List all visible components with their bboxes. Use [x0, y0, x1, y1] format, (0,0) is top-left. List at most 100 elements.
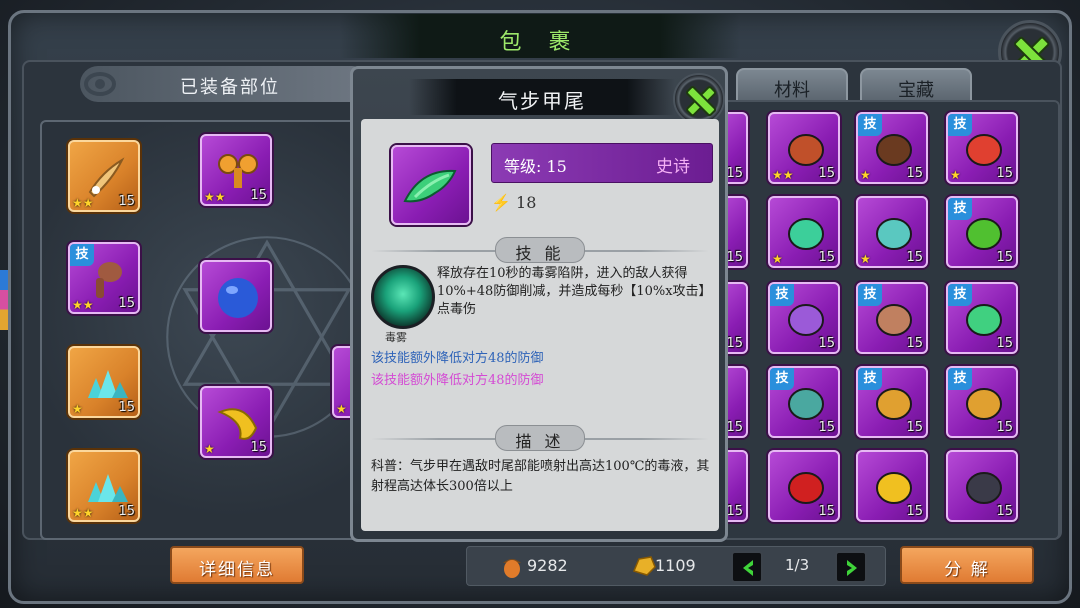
crystal-icon — [88, 474, 128, 502]
popup-body: 等级: 15 史诗 ⚡ 18 技 能 毒雾 释放存在10秒的毒雾陷阱，进入的敌人… — [361, 119, 719, 531]
prev-page-button[interactable] — [731, 551, 763, 583]
equipped-slot[interactable]: ★★ 15 — [68, 450, 140, 522]
equipped-slot[interactable] — [200, 260, 272, 332]
item-level: 15 — [250, 440, 267, 455]
star-rating: ★★ — [772, 168, 794, 182]
eye-creature-icon — [788, 134, 824, 166]
popup-close-button[interactable] — [673, 73, 725, 125]
skill-tag: 技 — [948, 284, 972, 306]
item-name: 气步甲尾 — [498, 89, 586, 113]
inventory-item[interactable]: 技 ★ 15 — [856, 112, 928, 184]
inventory-item[interactable]: ★★ 15 — [768, 112, 840, 184]
skill-tag: 技 — [858, 284, 882, 306]
bone-tail-icon — [88, 157, 125, 198]
item-level: 15 — [726, 250, 743, 265]
inventory-item[interactable]: 技 15 — [946, 282, 1018, 354]
skill-tag: 技 — [948, 114, 972, 136]
cyan-claw-icon — [876, 218, 912, 250]
item-level: 15 — [996, 250, 1013, 265]
item-level: 15 — [118, 194, 135, 209]
star-rating: ★ — [336, 402, 347, 416]
inventory-item[interactable]: 技 15 — [856, 282, 928, 354]
inventory-item[interactable]: 技 15 — [856, 366, 928, 438]
description-section-header: 描 述 — [371, 425, 709, 453]
energy-stat: ⚡ 18 — [491, 193, 536, 212]
tab-treasure[interactable]: 宝藏 — [860, 68, 972, 104]
item-level: 15 — [996, 336, 1013, 351]
skill-tag: 技 — [770, 368, 794, 390]
item-level: 15 — [250, 188, 267, 203]
equipped-slot[interactable]: ★ 15 — [200, 386, 272, 458]
chevron-left-icon — [743, 560, 753, 576]
acorn-count: 9282 — [527, 556, 568, 575]
decompose-button-label: 分 解 — [944, 560, 990, 580]
star-rating: ★ — [950, 168, 961, 182]
details-button[interactable]: 详细信息 — [170, 546, 304, 584]
green-tail-item-icon — [403, 169, 457, 203]
inventory-item[interactable]: 技 15 — [768, 366, 840, 438]
inventory-item[interactable]: 技 15 — [946, 196, 1018, 268]
item-icon — [391, 145, 471, 225]
tab-materials-label: 材料 — [774, 80, 810, 101]
edge-decoration — [0, 270, 8, 330]
item-level: 15 — [726, 336, 743, 351]
equipped-slot[interactable]: 技 ★★ 15 — [68, 242, 140, 314]
item-level: 15 — [996, 504, 1013, 519]
item-level: 15 — [818, 504, 835, 519]
gold-count: 1109 — [655, 556, 696, 575]
star-rating: ★★ — [72, 298, 94, 312]
inventory-screen: 包 裹 已装备部位 材料 宝藏 ★★ 15 ★★ 15 技 ★★ 15 ★ 15… — [0, 0, 1080, 608]
star-rating: ★ — [772, 252, 783, 266]
star-rating: ★ — [204, 442, 215, 456]
skill-tag: 技 — [948, 198, 972, 220]
details-button-label: 详细信息 — [199, 560, 275, 580]
inventory-item[interactable]: 技 ★ 15 — [946, 112, 1018, 184]
item-level: 15 — [906, 166, 923, 181]
acorn-icon — [503, 559, 521, 578]
star-rating: ★★ — [72, 196, 94, 210]
lightning-icon: ⚡ — [491, 193, 511, 212]
equipped-slot[interactable]: ★ 15 — [68, 346, 140, 418]
inventory-item[interactable]: 15 — [768, 450, 840, 522]
skill-note-blue: 该技能额外降低对方48的防御 — [371, 351, 544, 366]
tab-materials[interactable]: 材料 — [736, 68, 848, 104]
inventory-item[interactable]: 技 15 — [946, 366, 1018, 438]
inventory-item[interactable]: 15 — [856, 450, 928, 522]
skill-note-pink: 该技能额外降低对方48的防御 — [371, 373, 544, 388]
green-tail-icon — [788, 218, 824, 250]
energy-value: 18 — [516, 193, 537, 212]
inventory-item[interactable]: ★ 15 — [768, 196, 840, 268]
description-section-label: 描 述 — [495, 425, 585, 451]
item-level: 15 — [818, 250, 835, 265]
skill-section-label: 技 能 — [495, 237, 585, 263]
resource-bar: 9282 1109 1/3 — [466, 546, 886, 586]
page-indicator: 1/3 — [785, 556, 810, 574]
inventory-item[interactable]: 技 15 — [768, 282, 840, 354]
star-rating: ★★ — [204, 190, 226, 204]
inventory-item[interactable]: 15 — [946, 450, 1018, 522]
decompose-button[interactable]: 分 解 — [900, 546, 1034, 584]
equipped-slot[interactable]: ★★ 15 — [200, 134, 272, 206]
inventory-item[interactable]: ★ 15 — [856, 196, 928, 268]
star-rating: ★ — [72, 402, 83, 416]
popup-title-bar: 气步甲尾 — [409, 79, 675, 115]
red-shell-icon — [788, 472, 824, 504]
next-page-button[interactable] — [835, 551, 867, 583]
equipped-slot[interactable]: ★★ 15 — [68, 140, 140, 212]
title-bar: 包 裹 — [340, 14, 740, 58]
item-level: 15 — [996, 166, 1013, 181]
item-level: 15 — [906, 504, 923, 519]
ribbon-icon — [218, 154, 258, 188]
chevron-right-icon — [847, 560, 857, 576]
item-level: 15 — [118, 504, 135, 519]
yellow-leg-icon — [876, 472, 912, 504]
eye-icon[interactable] — [84, 70, 116, 98]
star-rating: ★★ — [72, 506, 94, 520]
skill-tag: 技 — [858, 114, 882, 136]
item-description: 科普：气步甲在遇敌时尾部能喷射出高达100℃的毒液，其射程高达体长300倍以上 — [371, 459, 710, 494]
yellow-claw-icon — [217, 408, 258, 440]
item-level: 15 — [726, 420, 743, 435]
item-level: 15 — [906, 420, 923, 435]
level-bar: 等级: 15 史诗 — [491, 143, 713, 183]
item-level: 15 — [818, 166, 835, 181]
